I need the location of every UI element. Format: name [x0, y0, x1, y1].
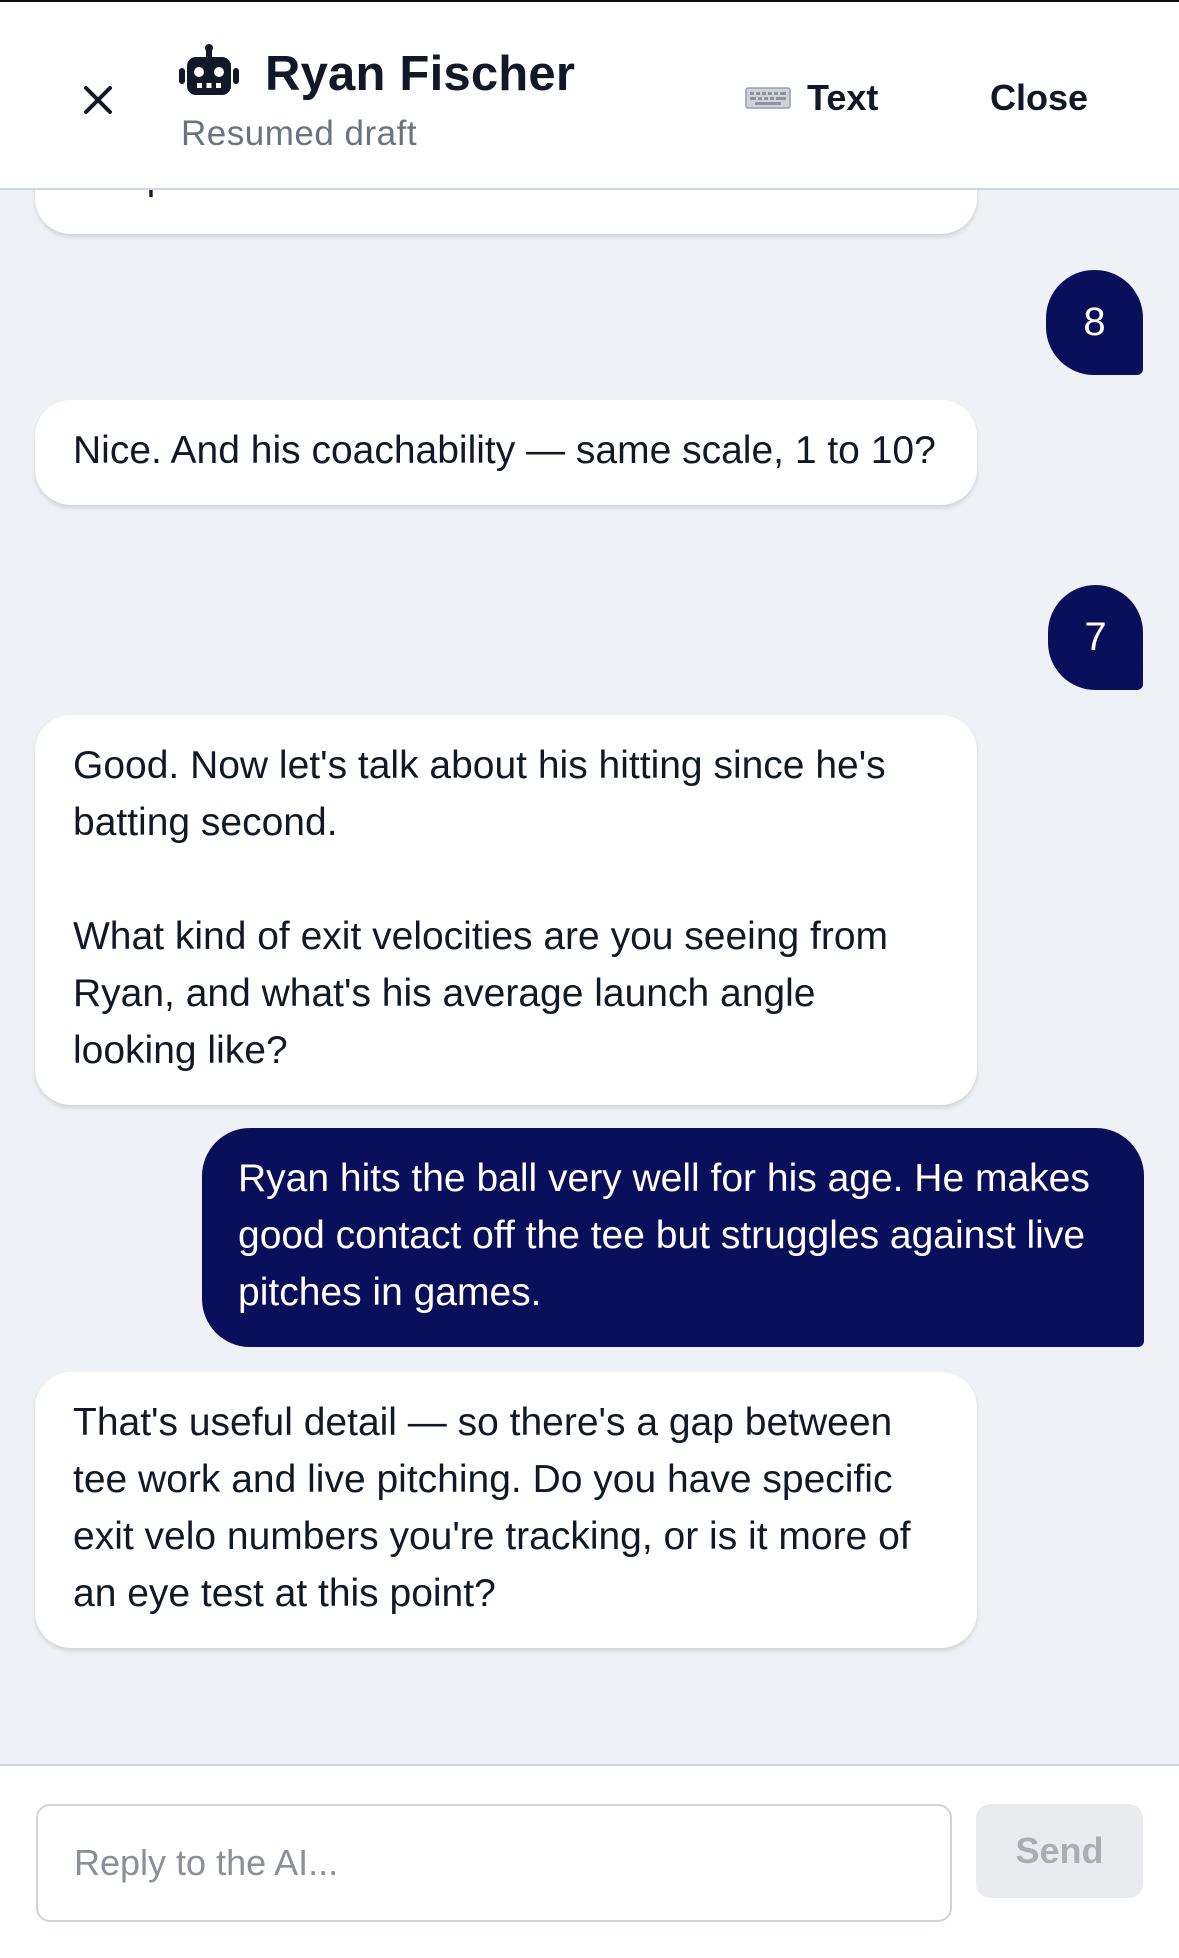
- ai-message: competitiveness?: [35, 190, 977, 234]
- user-message: 8: [1046, 270, 1143, 375]
- text-mode-toggle[interactable]: Text: [745, 74, 878, 122]
- composer: Send: [0, 1764, 1179, 1958]
- ai-message: Nice. And his coachability — same scale,…: [35, 400, 977, 505]
- chat-screen: Ryan Fischer Resumed draft Text Close co…: [0, 0, 1179, 1958]
- keyboard-icon: [745, 87, 791, 109]
- send-button[interactable]: Send: [976, 1804, 1143, 1898]
- user-message: Ryan hits the ball very well for his age…: [202, 1128, 1144, 1347]
- chat-header: Ryan Fischer Resumed draft Text Close: [0, 0, 1179, 190]
- close-icon: [84, 86, 112, 114]
- ai-message: That's useful detail — so there's a gap …: [35, 1372, 977, 1648]
- dismiss-button[interactable]: [70, 72, 126, 128]
- close-button[interactable]: Close: [990, 74, 1088, 122]
- user-message: 7: [1048, 585, 1143, 690]
- ai-message: Good. Now let's talk about his hitting s…: [35, 715, 977, 1105]
- message-list[interactable]: competitiveness? 8 Nice. And his coachab…: [0, 190, 1179, 1765]
- text-mode-label: Text: [807, 77, 879, 118]
- reply-input[interactable]: [36, 1804, 952, 1922]
- page-title: Ryan Fischer: [265, 47, 576, 101]
- robot-icon: [179, 44, 239, 95]
- draft-status: Resumed draft: [181, 114, 418, 153]
